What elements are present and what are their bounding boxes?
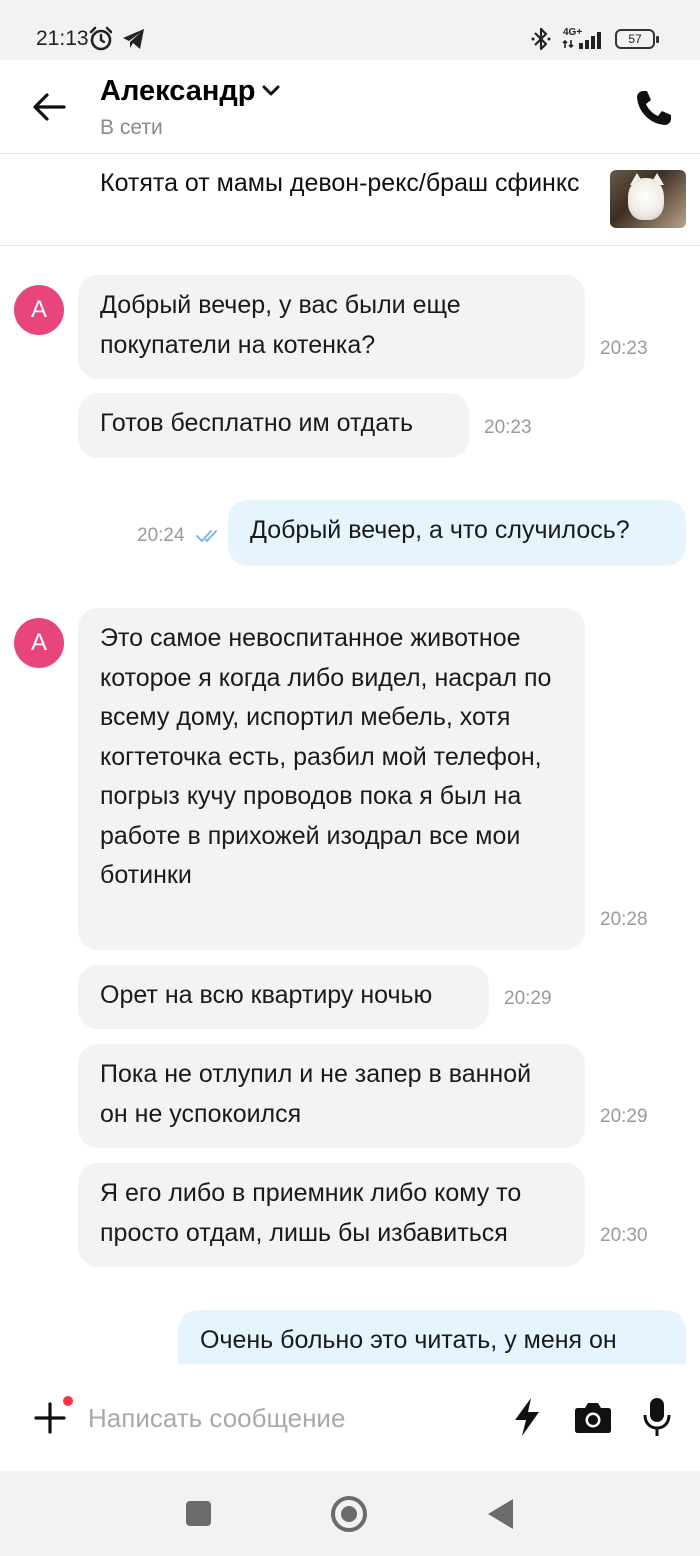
message-bubble[interactable]: Готов бесплатно им отдать xyxy=(78,393,469,458)
message-text: Орет на всю квартиру ночью xyxy=(100,981,433,1009)
contact-name[interactable]: Александр xyxy=(100,75,256,108)
message-text: Очень больно это читать, у меня он xyxy=(200,1326,617,1354)
kitten-image xyxy=(628,178,664,220)
message-bubble[interactable]: Пока не отлупил и не запер в ванной он н… xyxy=(78,1044,585,1148)
bolt-icon[interactable] xyxy=(512,1397,542,1437)
message-text: Это самое невоспитанное животное которое… xyxy=(100,624,552,889)
home-button[interactable] xyxy=(331,1496,367,1532)
avatar[interactable]: А xyxy=(14,285,64,335)
status-time: 21:13 xyxy=(36,27,89,50)
chevron-down-icon[interactable] xyxy=(262,84,280,98)
message-input[interactable] xyxy=(88,1396,488,1440)
message-text: Я его либо в приемник либо кому то прост… xyxy=(100,1179,522,1247)
listing-title[interactable]: Котята от мамы девон-рекс/браш сфинкс xyxy=(100,166,580,201)
system-back-button[interactable] xyxy=(488,1499,513,1529)
battery-level: 57 xyxy=(628,32,642,46)
chat-header: Александр В сети xyxy=(0,60,700,154)
status-bar: 21:13 4G+ 57 xyxy=(0,0,700,60)
message-bubble[interactable]: Очень больно это читать, у меня он xyxy=(178,1310,686,1364)
message-bubble[interactable]: Это самое невоспитанное животное которое… xyxy=(78,608,585,950)
message-text: Добрый вечер, у вас были еще покупатели … xyxy=(100,291,461,359)
message-text: Пока не отлупил и не запер в ванной он н… xyxy=(100,1060,532,1128)
recents-button[interactable] xyxy=(186,1501,211,1526)
message-time: 20:23 xyxy=(600,338,648,359)
message-bubble[interactable]: Орет на всю квартиру ночью xyxy=(78,965,489,1029)
message-time: 20:28 xyxy=(600,909,648,930)
phone-icon[interactable] xyxy=(634,88,674,128)
battery-icon: 57 xyxy=(615,29,659,49)
message-time: 20:30 xyxy=(600,1225,648,1246)
mic-icon[interactable] xyxy=(642,1397,672,1437)
message-bubble[interactable]: Добрый вечер, у вас были еще покупатели … xyxy=(78,275,585,379)
message-text: Готов бесплатно им отдать xyxy=(100,409,414,437)
listing-thumbnail[interactable] xyxy=(610,170,686,228)
read-ticks-icon xyxy=(196,530,217,542)
alarm-icon xyxy=(89,26,113,51)
message-time: 20:23 xyxy=(484,417,532,438)
message-bubble[interactable]: Добрый вечер, а что случилось? xyxy=(228,500,686,566)
message-list[interactable]: А Добрый вечер, у вас были еще покупател… xyxy=(0,246,700,1364)
plus-icon[interactable] xyxy=(34,1402,66,1434)
message-text: Добрый вечер, а что случилось? xyxy=(250,516,630,544)
bluetooth-icon xyxy=(531,27,551,51)
camera-icon[interactable] xyxy=(574,1400,612,1434)
message-composer xyxy=(0,1364,700,1471)
notification-dot xyxy=(61,1394,75,1408)
avatar[interactable]: А xyxy=(14,618,64,668)
telegram-icon xyxy=(123,29,144,49)
listing-preview[interactable]: Котята от мамы девон-рекс/браш сфинкс xyxy=(0,154,700,246)
contact-status: В сети xyxy=(100,116,163,139)
message-time: 20:29 xyxy=(600,1106,648,1127)
message-time: 20:24 xyxy=(137,525,185,546)
signal-icon xyxy=(562,32,601,49)
back-arrow-icon[interactable] xyxy=(32,92,66,122)
system-nav-bar xyxy=(0,1471,700,1556)
message-bubble[interactable]: Я его либо в приемник либо кому то прост… xyxy=(78,1163,585,1267)
message-time: 20:29 xyxy=(504,988,552,1009)
